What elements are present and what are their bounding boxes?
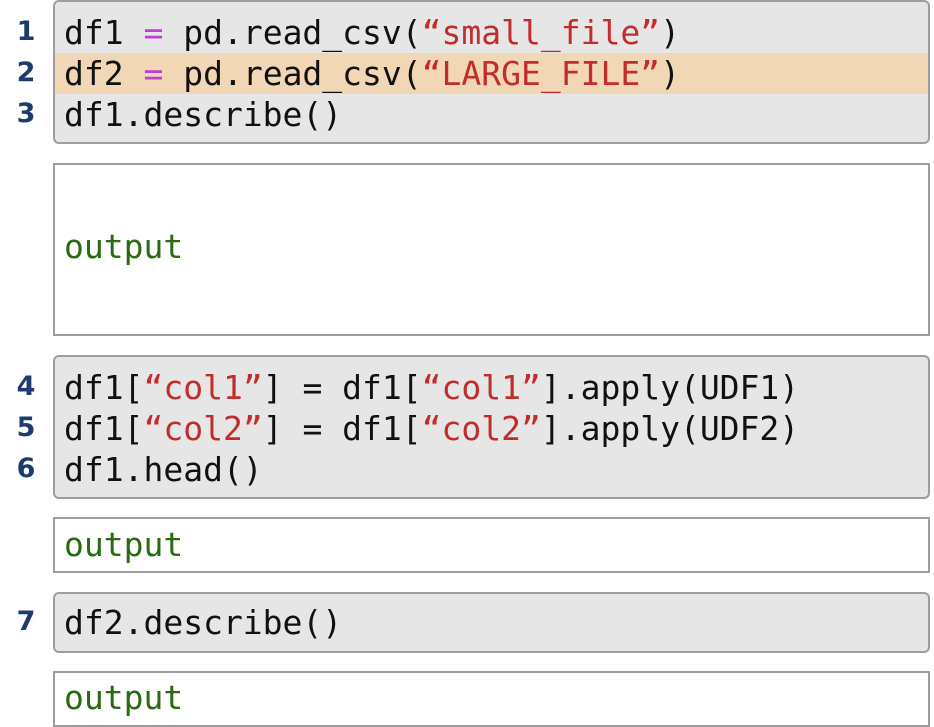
code-line-2-highlighted[interactable]: df2 = pd.read_csv(“LARGE_FILE”): [55, 53, 928, 94]
code-text: pd.read_csv(: [163, 13, 422, 52]
code-line-1[interactable]: df1 = pd.read_csv(“small_file”): [55, 12, 928, 53]
code-text: ): [660, 54, 680, 93]
code-text: ].apply(UDF1): [540, 368, 800, 407]
line-number: 2: [16, 57, 36, 88]
code-line-3[interactable]: df1.describe(): [55, 94, 928, 135]
code-text: df2: [64, 54, 144, 93]
output-area-1: output: [53, 163, 930, 336]
code-line-6[interactable]: df1.head(): [55, 449, 928, 490]
line-number: 6: [16, 453, 36, 484]
assignment-operator: =: [143, 13, 164, 52]
code-text: df1[: [64, 368, 144, 407]
line-number: 7: [16, 606, 36, 637]
code-text: ].apply(UDF2): [540, 409, 800, 448]
code-line-4[interactable]: df1[“col1”] = df1[“col1”].apply(UDF1): [55, 367, 928, 408]
code-cell-3[interactable]: df2.describe(): [53, 592, 930, 653]
code-text: pd.read_csv(: [163, 54, 422, 93]
string-literal: “small_file”: [421, 13, 661, 52]
code-line-7[interactable]: df2.describe(): [55, 602, 928, 643]
code-text: df1[: [64, 409, 144, 448]
line-number: 3: [16, 98, 36, 129]
line-number: 1: [16, 16, 36, 47]
string-literal: “LARGE_FILE”: [421, 54, 661, 93]
output-text: output: [64, 525, 184, 564]
output-text: output: [64, 678, 184, 717]
code-text: ] = df1[: [262, 368, 422, 407]
string-literal: “col1”: [421, 368, 541, 407]
code-cell-1[interactable]: df1 = pd.read_csv(“small_file”) df2 = pd…: [53, 0, 930, 144]
output-area-2: output: [53, 517, 930, 573]
code-line-5[interactable]: df1[“col2”] = df1[“col2”].apply(UDF2): [55, 408, 928, 449]
output-text: output: [64, 227, 184, 266]
code-text: ): [660, 13, 680, 52]
string-literal: “col2”: [143, 409, 263, 448]
line-number: 4: [16, 371, 36, 402]
code-text: df1: [64, 13, 144, 52]
code-cell-2[interactable]: df1[“col1”] = df1[“col1”].apply(UDF1) df…: [53, 355, 930, 499]
code-text: ] = df1[: [262, 409, 422, 448]
string-literal: “col2”: [421, 409, 541, 448]
output-area-3: output: [53, 671, 930, 727]
string-literal: “col1”: [143, 368, 263, 407]
assignment-operator: =: [143, 54, 164, 93]
line-number: 5: [16, 412, 36, 443]
